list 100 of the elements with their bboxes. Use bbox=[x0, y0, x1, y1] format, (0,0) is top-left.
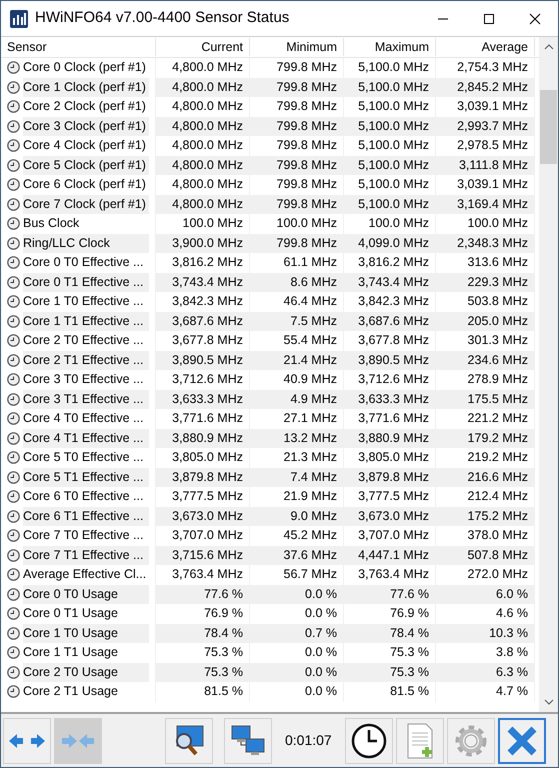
clock-icon bbox=[7, 314, 20, 328]
table-cell: 507.8 MHz bbox=[436, 546, 535, 565]
sensor-name: Core 1 Clock (perf #1) bbox=[23, 78, 149, 97]
table-cell: 7.5 MHz bbox=[250, 312, 344, 331]
sensor-name: Bus Clock bbox=[23, 215, 80, 232]
sensor-name: Core 2 T1 Effective ... bbox=[23, 350, 149, 370]
sensor-name: Core 5 Clock (perf #1) bbox=[23, 156, 149, 175]
clock-icon bbox=[7, 568, 20, 582]
column-header[interactable]: Current bbox=[156, 38, 250, 56]
sensor-name: Core 6 Clock (perf #1) bbox=[23, 176, 147, 194]
table-cell: 77.6 % bbox=[344, 584, 436, 604]
elapsed-time: 0:01:07 bbox=[284, 731, 333, 750]
table-cell: 175.2 MHz bbox=[436, 506, 535, 526]
clock-icon bbox=[7, 236, 20, 250]
column-header[interactable]: Minimum bbox=[250, 38, 344, 56]
table-cell: 0.0 % bbox=[250, 584, 344, 604]
sensor-name: Core 2 Clock (perf #1) bbox=[23, 98, 147, 116]
clock-icon bbox=[7, 685, 20, 698]
table-cell: 2,348.3 MHz bbox=[436, 234, 535, 253]
clock-icon bbox=[7, 61, 20, 74]
scroll-thumb[interactable] bbox=[540, 90, 557, 164]
clock-button[interactable] bbox=[344, 718, 393, 764]
clock-icon bbox=[7, 490, 20, 504]
clock-icon bbox=[7, 295, 20, 308]
sensor-name: Core 1 T0 Effective ... bbox=[23, 293, 144, 310]
column-header[interactable]: Average bbox=[436, 38, 535, 56]
sensor-name: Core 2 T0 Effective ... bbox=[23, 332, 144, 350]
search-button[interactable] bbox=[165, 718, 213, 764]
table-cell: 3,900.0 MHz bbox=[156, 234, 250, 253]
table-cell: 0.0 % bbox=[250, 682, 344, 702]
clock-icon bbox=[7, 626, 20, 640]
table-cell: 3,111.8 MHz bbox=[436, 156, 535, 175]
sensor-name: Core 5 T1 Effective ... bbox=[23, 468, 149, 487]
table-cell: 3,673.0 MHz bbox=[344, 506, 436, 526]
network-button[interactable] bbox=[224, 718, 272, 764]
sensor-name: Core 1 T1 Usage bbox=[23, 644, 119, 662]
clock-icon bbox=[7, 100, 20, 114]
clock-icon bbox=[7, 392, 20, 406]
table-cell: 3,880.9 MHz bbox=[344, 428, 436, 448]
window-title: HWiNFO64 v7.00-4400 Sensor Status bbox=[35, 8, 290, 28]
scrollbar[interactable] bbox=[539, 37, 558, 712]
table-cell: 5,100.0 MHz bbox=[344, 78, 436, 97]
table-cell: 234.6 MHz bbox=[436, 350, 535, 370]
clock-icon bbox=[7, 470, 20, 484]
clock-icon bbox=[7, 548, 20, 562]
table-cell: 3,673.0 MHz bbox=[156, 506, 250, 526]
sensor-name: Core 0 T0 Usage bbox=[23, 584, 149, 604]
table-cell: 3,890.5 MHz bbox=[156, 350, 250, 370]
sensor-name: Core 3 T1 Effective ... bbox=[23, 390, 149, 409]
table-cell: 4,099.0 MHz bbox=[344, 234, 436, 253]
table-cell: 6.0 % bbox=[436, 584, 535, 604]
table-cell: 78.4 % bbox=[344, 624, 436, 643]
table-cell: 216.6 MHz bbox=[436, 468, 535, 487]
sensor-name: Core 0 T0 Effective ... bbox=[23, 254, 144, 272]
expand-button[interactable] bbox=[3, 718, 51, 764]
table-cell: 78.4 % bbox=[156, 624, 250, 643]
sensor-name: Core 1 T0 Usage bbox=[23, 624, 149, 643]
scroll-down-icon[interactable] bbox=[544, 698, 554, 706]
table-cell: 7.4 MHz bbox=[250, 468, 344, 487]
scroll-up-icon[interactable] bbox=[544, 43, 554, 51]
table-cell: 6.3 % bbox=[436, 662, 535, 682]
sensor-name: Core 4 T0 Effective ... bbox=[23, 410, 144, 428]
close-button[interactable] bbox=[498, 718, 546, 764]
table-cell: 3,880.9 MHz bbox=[156, 428, 250, 448]
table-cell: 799.8 MHz bbox=[250, 116, 344, 136]
table-cell: 3,890.5 MHz bbox=[344, 350, 436, 370]
clock-icon bbox=[7, 198, 20, 211]
clock-icon bbox=[7, 178, 20, 192]
clock-icon bbox=[7, 451, 20, 464]
clock-icon bbox=[7, 120, 20, 133]
table-cell: 799.8 MHz bbox=[250, 156, 344, 175]
table-cell: 0.7 % bbox=[250, 624, 344, 643]
table-cell: 4.7 % bbox=[436, 682, 535, 702]
table-cell: 13.2 MHz bbox=[250, 428, 344, 448]
table-cell: 3,687.6 MHz bbox=[344, 312, 436, 331]
clock-icon bbox=[7, 412, 20, 426]
table-cell: 75.3 % bbox=[344, 662, 436, 682]
clock-icon bbox=[7, 432, 20, 445]
table-cell: 37.6 MHz bbox=[250, 546, 344, 565]
sensor-name: Core 6 T0 Effective ... bbox=[23, 488, 144, 506]
clock-icon bbox=[7, 217, 20, 230]
sensor-name: Core 3 T0 Effective ... bbox=[23, 371, 144, 388]
clock-icon bbox=[7, 666, 20, 679]
sensor-name: Core 2 T0 Usage bbox=[23, 662, 149, 682]
table-cell: 3,633.3 MHz bbox=[156, 390, 250, 409]
sensor-name: Core 5 T0 Effective ... bbox=[23, 449, 144, 466]
sensor-name: Core 7 Clock (perf #1) bbox=[23, 194, 149, 214]
table-cell: 3,879.8 MHz bbox=[344, 468, 436, 487]
column-header[interactable]: Maximum bbox=[344, 38, 436, 56]
table-cell: 4,800.0 MHz bbox=[156, 78, 250, 97]
column-header[interactable]: Sensor bbox=[1, 38, 156, 56]
table-cell: 3,879.8 MHz bbox=[156, 468, 250, 487]
clock-icon bbox=[7, 276, 20, 289]
table-cell: 3,715.6 MHz bbox=[156, 546, 250, 565]
table-cell: 81.5 % bbox=[344, 682, 436, 702]
table-cell: 3,743.4 MHz bbox=[156, 272, 250, 292]
settings-button[interactable] bbox=[446, 718, 495, 764]
table-cell: 10.3 % bbox=[436, 624, 535, 643]
clock-icon bbox=[7, 158, 20, 172]
clock-icon bbox=[7, 529, 20, 542]
